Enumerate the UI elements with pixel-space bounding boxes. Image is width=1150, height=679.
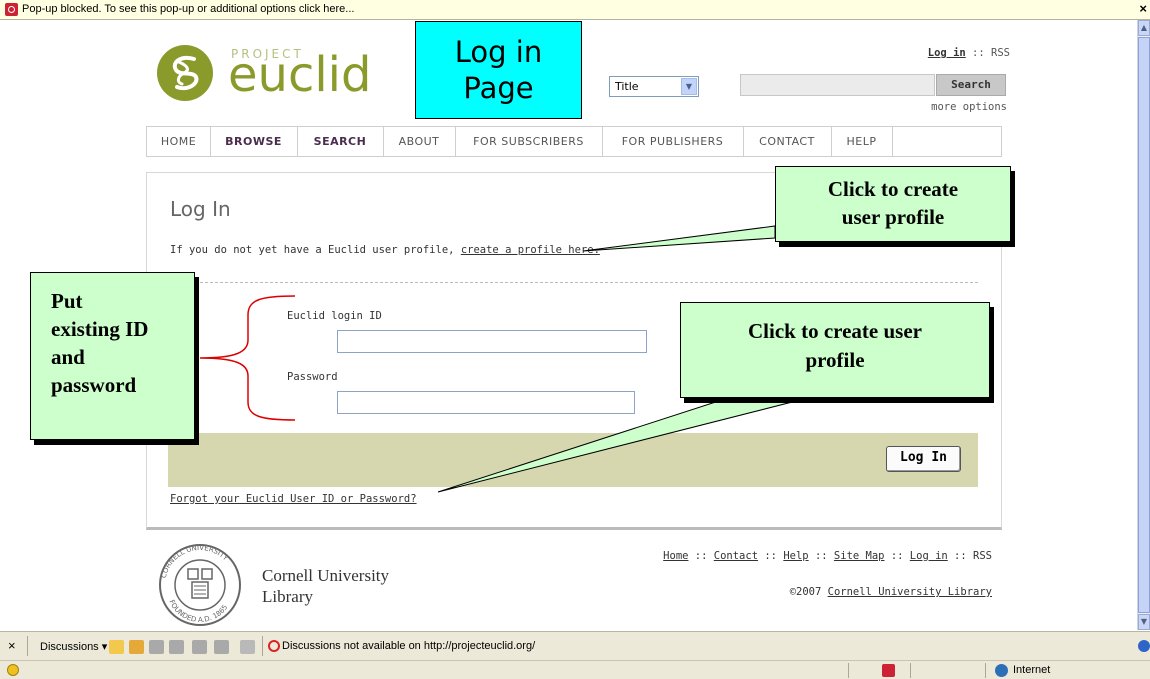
left-callout: Put existing ID and password <box>30 272 195 440</box>
mid-callout-line-1: Click to create user <box>748 319 922 343</box>
left-callout-line-1: Put <box>51 289 83 313</box>
top-callout-tail <box>582 225 776 252</box>
mid-callout-line-2: profile <box>805 348 865 372</box>
top-callout: Click to create user profile <box>775 166 1011 242</box>
mid-callout: Click to create user profile <box>680 302 990 398</box>
title-annotation-line-1: Log in <box>454 35 543 69</box>
mid-callout-tail <box>437 397 809 493</box>
red-bracket <box>199 295 296 421</box>
top-callout-line-1: Click to create <box>827 177 959 201</box>
left-callout-line-2: existing ID <box>51 317 149 341</box>
title-annotation-box: Log in Page <box>415 21 582 119</box>
left-callout-line-4: password <box>51 373 137 397</box>
title-annotation-line-2: Page <box>463 71 534 105</box>
left-callout-line-3: and <box>51 345 85 369</box>
top-callout-line-2: user profile <box>841 205 945 229</box>
